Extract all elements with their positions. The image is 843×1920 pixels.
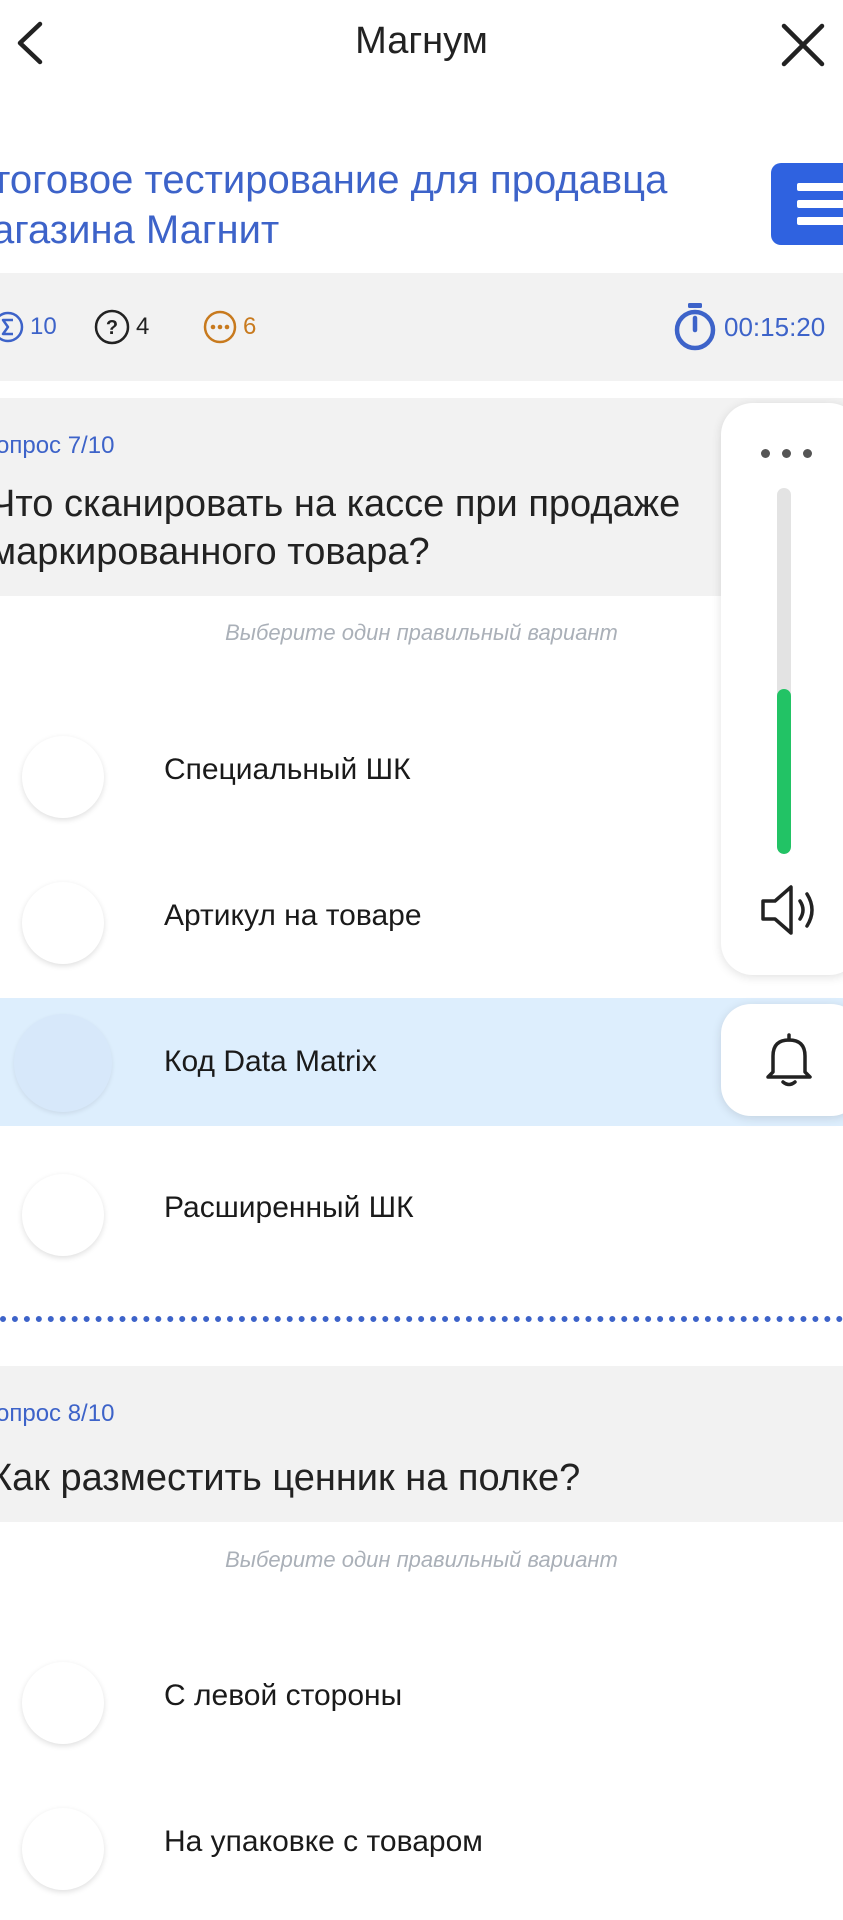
question-header: опрос 7/10 Что сканировать на кассе при …	[0, 398, 843, 596]
answer-option[interactable]: Артикул на товаре	[0, 852, 843, 980]
question-icon: ?	[94, 309, 130, 345]
question-text: Что сканировать на кассе при продаже мар…	[0, 480, 680, 576]
close-icon	[781, 23, 825, 67]
volume-slider[interactable]	[777, 488, 791, 854]
question-text-line1: Как разместить ценник на полке?	[0, 1457, 581, 1499]
question-header: опрос 8/10 Как разместить ценник на полк…	[0, 1366, 843, 1522]
stat-questions-value: 4	[136, 313, 150, 340]
top-bar: Магнум	[0, 0, 843, 90]
sum-icon	[0, 311, 24, 343]
stopwatch-icon	[674, 303, 716, 351]
question-divider	[0, 1316, 843, 1322]
answer-option-selected[interactable]: Код Data Matrix	[0, 998, 843, 1126]
speaker-icon[interactable]	[759, 881, 821, 939]
answer-option[interactable]: Специальный ШК	[0, 706, 843, 834]
answer-hint: Выберите один правильный вариант	[225, 1547, 618, 1572]
answer-hint: Выберите один правильный вариант	[225, 620, 618, 645]
close-button[interactable]	[775, 18, 831, 72]
question-text-line2: маркированного товара?	[0, 531, 430, 573]
answer-option[interactable]: Расширенный ШК	[0, 1144, 843, 1272]
answer-option[interactable]: На упаковке с товаром	[0, 1778, 843, 1906]
question-text-line1: Что сканировать на кассе при продаже	[0, 483, 681, 525]
skip-icon	[203, 310, 237, 344]
radio-button[interactable]	[22, 1174, 104, 1256]
test-title-line2: агазина Магнит	[0, 208, 280, 252]
answer-option[interactable]: С левой стороны	[0, 1632, 843, 1760]
radio-button[interactable]	[22, 736, 104, 818]
test-title: тоговое тестирование для продавца агазин…	[0, 155, 722, 255]
app-title: Магнум	[355, 20, 488, 62]
menu-button[interactable]	[771, 163, 843, 245]
radio-button[interactable]	[22, 1808, 104, 1890]
stat-skipped: 6	[203, 273, 256, 381]
more-icon[interactable]	[761, 449, 812, 458]
side-panel	[721, 403, 843, 975]
bell-icon	[766, 1033, 812, 1087]
option-label: Код Data Matrix	[164, 1045, 377, 1078]
stat-questions: ? 4	[94, 273, 149, 381]
stat-skipped-value: 6	[243, 313, 257, 340]
option-label: Расширенный ШК	[164, 1191, 414, 1224]
stat-total-value: 10	[30, 313, 57, 340]
option-label: Специальный ШК	[164, 753, 411, 786]
option-label: С левой стороны	[164, 1679, 403, 1712]
option-label: На упаковке с товаром	[164, 1825, 483, 1858]
radio-button[interactable]	[22, 1662, 104, 1744]
question-number: опрос 7/10	[0, 432, 115, 459]
radio-button[interactable]	[14, 1014, 112, 1112]
option-label: Артикул на товаре	[164, 899, 422, 932]
question-text: Как разместить ценник на полке?	[0, 1454, 580, 1502]
stat-total: 10	[0, 273, 57, 381]
volume-level	[777, 689, 791, 854]
radio-button[interactable]	[22, 882, 104, 964]
stats-bar: 10 ? 4 6 00:15:20	[0, 273, 843, 381]
test-title-line1: тоговое тестирование для продавца	[0, 158, 668, 202]
notification-button[interactable]	[721, 1004, 843, 1116]
question-number: опрос 8/10	[0, 1400, 115, 1427]
timer: 00:15:20	[672, 273, 825, 381]
svg-text:?: ?	[106, 317, 118, 339]
timer-value: 00:15:20	[724, 311, 826, 342]
